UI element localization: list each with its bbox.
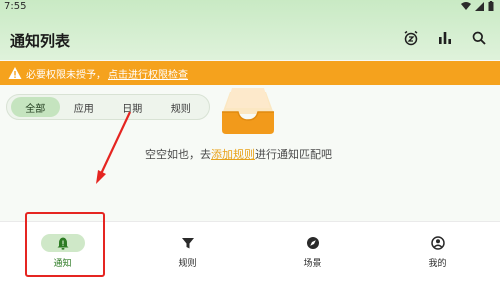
permission-check-link[interactable]: 点击进行权限检查 xyxy=(108,66,188,81)
appbar-actions xyxy=(402,29,488,47)
signal-icon xyxy=(475,1,484,11)
empty-state-message: 空空如也，去添加规则进行通知匹配吧 xyxy=(145,146,332,162)
empty-suffix: 进行通知匹配吧 xyxy=(255,148,332,161)
account-circle-icon xyxy=(430,236,445,250)
permission-warning-banner[interactable]: 必要权限未授予， 点击进行权限检查 xyxy=(0,61,500,85)
status-bar: 7:55 xyxy=(0,0,500,14)
battery-icon xyxy=(488,1,494,11)
annotation-arrow xyxy=(96,111,131,184)
nav-icon-wrap xyxy=(166,234,210,252)
empty-inbox-icon xyxy=(222,88,274,134)
nav-item-profile[interactable]: 我的 xyxy=(375,222,500,281)
chip-rule[interactable]: 规则 xyxy=(157,97,206,117)
status-time: 7:55 xyxy=(4,1,27,12)
nav-label-scenes: 场景 xyxy=(303,259,322,269)
nav-label-profile: 我的 xyxy=(428,259,447,269)
compass-icon xyxy=(306,237,319,249)
chip-all[interactable]: 全部 xyxy=(11,97,60,117)
add-rule-link[interactable]: 添加规则 xyxy=(211,148,255,161)
wifi-icon xyxy=(461,1,471,10)
page-title: 通知列表 xyxy=(10,32,71,50)
annotation-highlight-box xyxy=(25,212,105,277)
empty-prefix: 空空如也，去 xyxy=(145,148,211,161)
nav-label-rules: 规则 xyxy=(178,259,197,269)
nav-icon-wrap xyxy=(291,234,335,252)
nav-item-rules[interactable]: 规则 xyxy=(125,222,250,281)
nav-item-scenes[interactable]: 场景 xyxy=(250,222,375,281)
nav-icon-wrap xyxy=(416,234,460,252)
system-icons xyxy=(461,1,494,11)
app-header: 7:55 通知列表 xyxy=(0,0,500,60)
warning-icon xyxy=(8,67,22,79)
warning-text: 必要权限未授予， xyxy=(26,69,106,81)
bar-chart-icon[interactable] xyxy=(436,29,454,47)
filter-icon xyxy=(181,238,194,249)
alarm-snooze-icon[interactable] xyxy=(402,29,420,47)
search-icon[interactable] xyxy=(470,29,488,47)
